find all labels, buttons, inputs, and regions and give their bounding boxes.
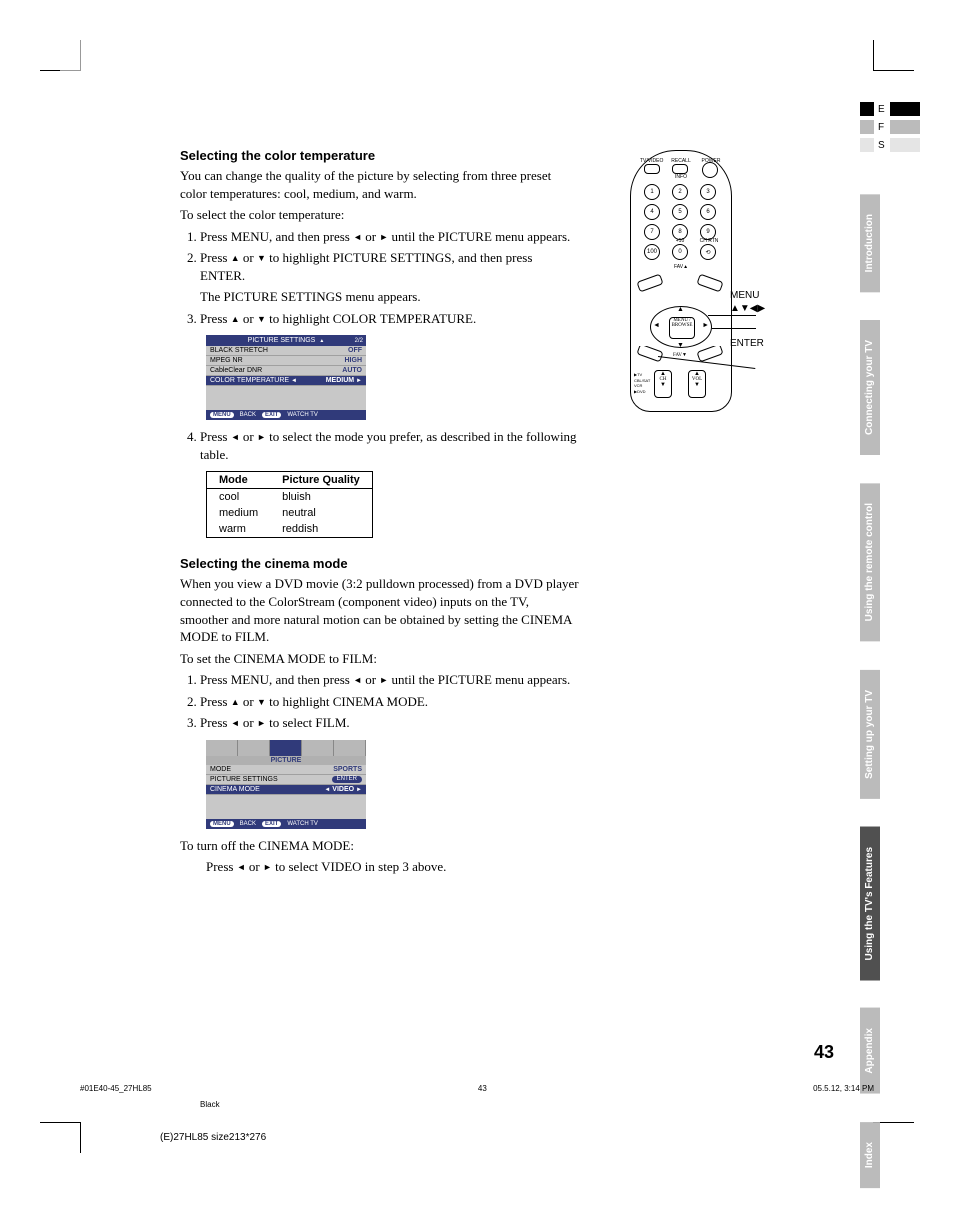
dpad: ▲ ▼ ◄ ► MENU / BROWSE <box>650 306 712 348</box>
step-c4: Press or to select the mode you prefer, … <box>200 428 580 463</box>
remote-diagram: TV/VIDEO RECALL POWER INFO 1 2 3 4 5 6 7… <box>600 130 760 880</box>
power-button <box>702 162 718 178</box>
left-arrow-icon <box>231 429 240 444</box>
tab-connecting: Connecting your TV <box>860 320 880 455</box>
step-c1: Press MENU, and then press or until the … <box>200 228 580 246</box>
crop-mark <box>40 1122 81 1153</box>
table-row: coolbluish <box>207 489 373 506</box>
down-arrow-icon <box>257 311 266 326</box>
step-m3: Press or to select FILM. <box>200 714 580 732</box>
callout-enter: ENTER <box>730 338 764 349</box>
tab-setting-up: Setting up your TV <box>860 670 880 799</box>
side-tabs: E F S Introduction Connecting your TV Us… <box>860 100 920 1216</box>
osd-picture-settings: PICTURE SETTINGS▲2/2 BLACK STRETCHOFF MP… <box>206 335 366 420</box>
left-arrow-icon <box>353 672 362 687</box>
chrtn-button: ⟲ <box>700 244 716 260</box>
num-7-button: 7 <box>644 224 660 240</box>
num-4-button: 4 <box>644 204 660 220</box>
callout-menu: MENU <box>730 290 759 301</box>
right-arrow-icon <box>379 229 388 244</box>
diagonal-buttons <box>636 270 724 300</box>
mode-slider: ▶TV CBL/SAT VCR ▶DVD <box>634 372 648 394</box>
tab-remote: Using the remote control <box>860 483 880 641</box>
left-arrow-icon <box>231 715 240 730</box>
recall-button <box>672 164 688 174</box>
right-arrow-icon <box>257 715 266 730</box>
osd-picture-menu: PICTURE MODESPORTS PICTURE SETTINGSENTER… <box>206 740 366 829</box>
para-color-steps: To select the color temperature: <box>180 206 580 224</box>
up-arrow-icon <box>231 694 240 709</box>
page-number: 43 <box>814 1042 834 1063</box>
left-arrow-icon <box>353 229 362 244</box>
num-2-button: 2 <box>672 184 688 200</box>
step-m1: Press MENU, and then press or until the … <box>200 671 580 689</box>
step-c3: Press or to highlight COLOR TEMPERATURE. <box>200 310 580 328</box>
crop-mark <box>60 40 81 71</box>
num-6-button: 6 <box>700 204 716 220</box>
left-arrow-icon <box>237 859 246 874</box>
heading-color-temp: Selecting the color temperature <box>180 148 580 163</box>
mode-quality-table: ModePicture Quality coolbluish mediumneu… <box>206 471 373 538</box>
num-1-button: 1 <box>644 184 660 200</box>
right-arrow-icon <box>263 859 272 874</box>
step-c2: Press or to highlight PICTURE SETTINGS, … <box>200 249 580 306</box>
num-3-button: 3 <box>700 184 716 200</box>
language-indicator: E F S <box>860 100 920 154</box>
down-arrow-icon <box>257 250 266 265</box>
right-arrow-icon <box>379 672 388 687</box>
right-arrow-icon <box>257 429 266 444</box>
tvvideo-button <box>644 164 660 174</box>
tab-appendix: Appendix <box>860 1008 880 1094</box>
vol-rocker: ▲VOL▼ <box>688 370 706 398</box>
footer-meta: #01E40-45_27HL85 43 05.5.12, 3:14 PM <box>80 1084 874 1093</box>
num-100-button: 100 <box>644 244 660 260</box>
num-5-button: 5 <box>672 204 688 220</box>
crop-mark <box>873 40 914 71</box>
num-0-button: 0 <box>672 244 688 260</box>
main-column: Selecting the color temperature You can … <box>180 130 580 880</box>
footer-black: Black <box>200 1100 220 1109</box>
para-turn-off-step: Press or to select VIDEO in step 3 above… <box>206 858 580 876</box>
ch-rocker: ▲CH▼ <box>654 370 672 398</box>
callout-arrows: ▲▼◀▶ <box>730 303 765 314</box>
up-arrow-icon <box>231 311 240 326</box>
para-cinema-steps: To set the CINEMA MODE to FILM: <box>180 650 580 668</box>
menu-browse-button: MENU / BROWSE <box>669 317 695 339</box>
footer-doc: (E)27HL85 size213*276 <box>160 1132 266 1143</box>
tab-index: Index <box>860 1122 880 1188</box>
para-color-intro: You can change the quality of the pictur… <box>180 167 580 202</box>
step-m2: Press or to highlight CINEMA MODE. <box>200 693 580 711</box>
down-arrow-icon <box>257 694 266 709</box>
tab-using-features: Using the TV's Features <box>860 827 880 981</box>
heading-cinema-mode: Selecting the cinema mode <box>180 556 580 571</box>
table-row: mediumneutral <box>207 505 373 521</box>
table-row: warmreddish <box>207 521 373 538</box>
para-turn-off: To turn off the CINEMA MODE: <box>180 837 580 855</box>
tab-introduction: Introduction <box>860 194 880 292</box>
para-cinema-intro: When you view a DVD movie (3:2 pulldown … <box>180 575 580 645</box>
up-arrow-icon <box>231 250 240 265</box>
